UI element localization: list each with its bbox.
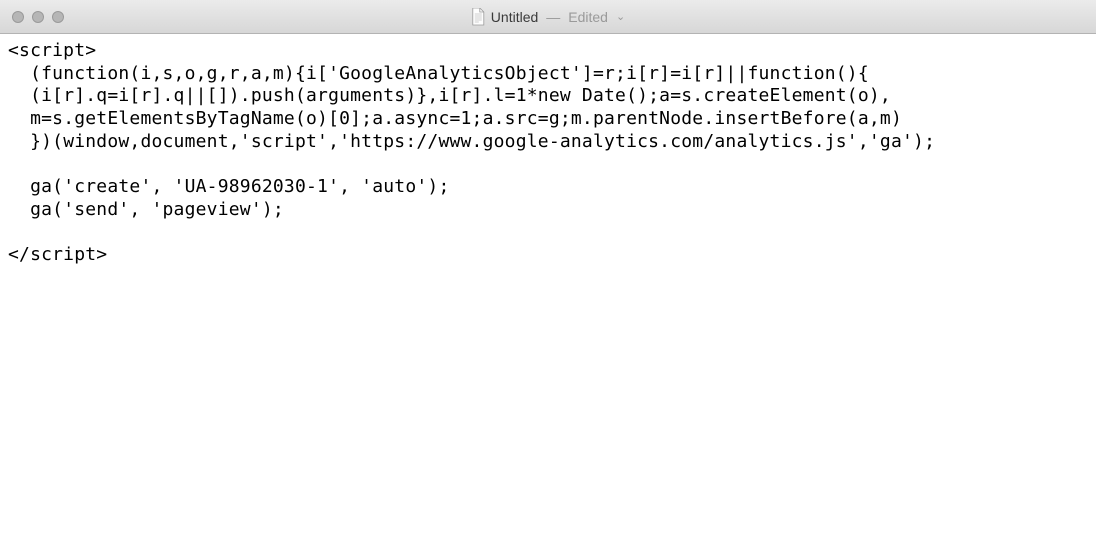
minimize-button[interactable] — [32, 11, 44, 23]
chevron-down-icon: ⌄ — [616, 10, 625, 23]
document-icon — [471, 8, 485, 26]
window-title-name: Untitled — [491, 9, 538, 25]
close-button[interactable] — [12, 11, 24, 23]
window-title-dash: — — [546, 9, 560, 25]
traffic-lights — [12, 11, 64, 23]
titlebar: Untitled — Edited ⌄ — [0, 0, 1096, 34]
zoom-button[interactable] — [52, 11, 64, 23]
text-editor-content[interactable]: <script> (function(i,s,o,g,r,a,m){i['Goo… — [0, 34, 1096, 275]
title-center[interactable]: Untitled — Edited ⌄ — [471, 8, 625, 26]
window-title-edited: Edited — [568, 9, 608, 25]
